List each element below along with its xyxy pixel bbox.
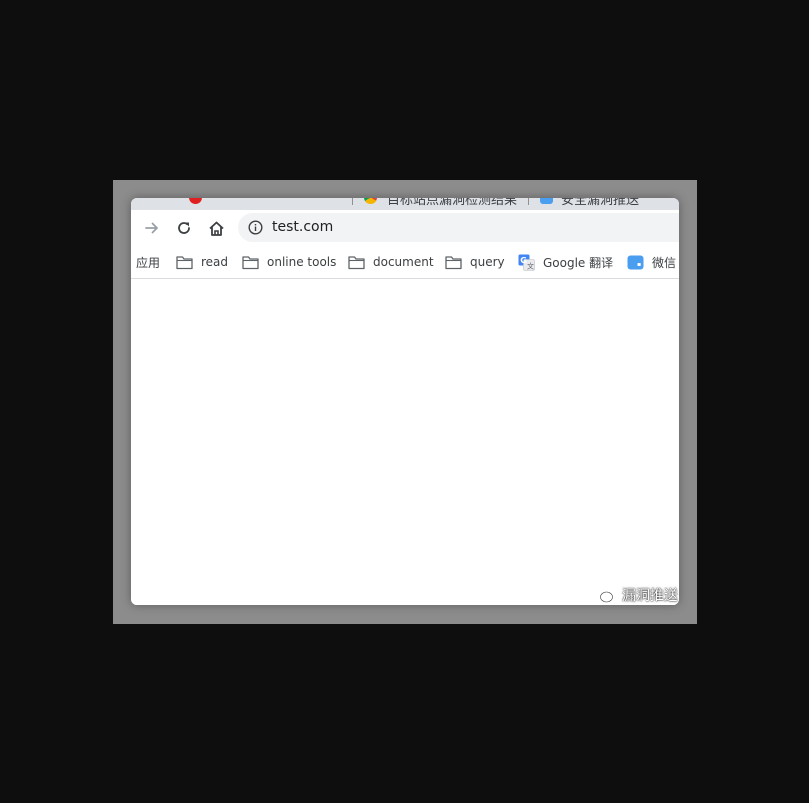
reload-button[interactable] bbox=[172, 216, 196, 240]
info-icon[interactable] bbox=[248, 220, 263, 235]
screenshot-frame: 目标站点漏洞检测结果 安全漏洞推送 test.com 应用 read onlin… bbox=[113, 180, 697, 624]
bookmark-google-translate[interactable]: G 文 Google 翻译 bbox=[518, 252, 613, 272]
home-button[interactable] bbox=[204, 216, 228, 240]
bookmark-folder-read[interactable]: read bbox=[176, 252, 228, 272]
bookmark-label: Google 翻译 bbox=[543, 255, 614, 270]
folder-icon bbox=[242, 255, 259, 269]
google-translate-icon: G 文 bbox=[518, 254, 535, 271]
wechat-icon bbox=[627, 255, 644, 269]
tab-strip: 目标站点漏洞检测结果 安全漏洞推送 bbox=[131, 198, 679, 210]
url-text[interactable]: test.com bbox=[272, 219, 333, 235]
tab-separator bbox=[528, 198, 529, 205]
svg-text:文: 文 bbox=[527, 261, 534, 270]
home-icon bbox=[208, 221, 224, 236]
bookmark-folder-online-tools[interactable]: online tools bbox=[242, 252, 336, 272]
bookmark-folder-query[interactable]: query bbox=[445, 252, 505, 272]
bookmark-label: document bbox=[373, 255, 434, 269]
bookmark-wechat[interactable]: 微信 bbox=[627, 252, 676, 272]
blue-square-icon bbox=[540, 198, 553, 204]
folder-icon bbox=[348, 255, 365, 269]
watermark: 漏洞推送 bbox=[591, 585, 678, 605]
tab-title[interactable]: 安全漏洞推送 bbox=[561, 198, 639, 208]
bookmark-folder-document[interactable]: document bbox=[348, 252, 434, 272]
bookmark-label: query bbox=[470, 255, 505, 269]
address-bar[interactable]: test.com bbox=[238, 213, 679, 242]
red-circle-icon bbox=[189, 198, 202, 204]
browser-toolbar: test.com bbox=[131, 210, 679, 247]
bookmark-label: 微信 bbox=[652, 255, 677, 270]
bookmark-label: 应用 bbox=[136, 255, 161, 270]
watermark-text: 漏洞推送 bbox=[622, 588, 678, 604]
bookmarks-bar: 应用 read online tools document query G 文 … bbox=[131, 247, 679, 279]
tab-title[interactable]: 目标站点漏洞检测结果 bbox=[387, 198, 517, 208]
browser-window: 目标站点漏洞检测结果 安全漏洞推送 test.com 应用 read onlin… bbox=[131, 198, 679, 605]
arrow-right-icon bbox=[145, 222, 158, 234]
bookmark-apps[interactable]: 应用 bbox=[136, 252, 160, 272]
forward-button[interactable] bbox=[140, 216, 164, 240]
bookmark-label: read bbox=[201, 255, 229, 269]
folder-icon bbox=[176, 255, 193, 269]
folder-icon bbox=[445, 255, 462, 269]
svg-text:G: G bbox=[520, 256, 527, 265]
bookmark-label: online tools bbox=[267, 255, 337, 269]
wechat-logo-icon bbox=[591, 586, 613, 603]
tab-separator bbox=[352, 198, 353, 205]
page-content: 漏洞推送 bbox=[131, 279, 679, 605]
chrome-icon bbox=[364, 198, 377, 204]
reload-icon bbox=[178, 222, 190, 234]
